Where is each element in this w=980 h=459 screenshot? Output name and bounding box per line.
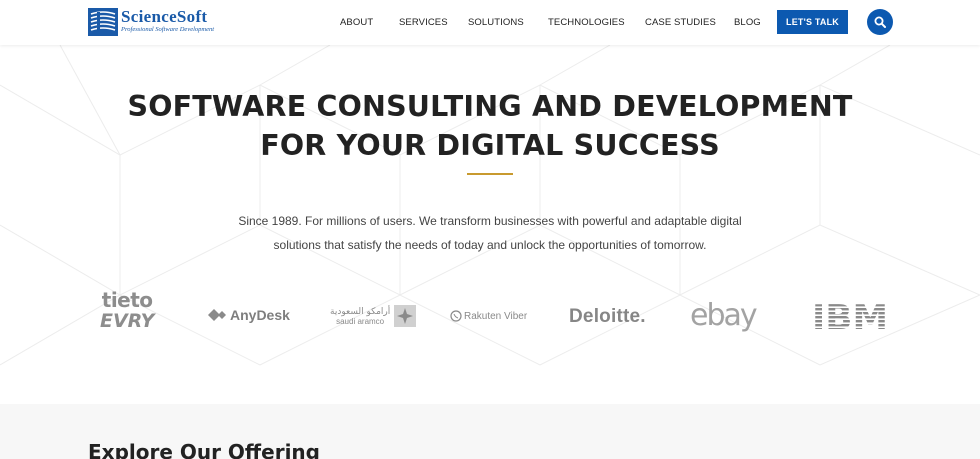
nav-services[interactable]: SERVICES	[399, 17, 448, 28]
title-divider	[467, 173, 513, 175]
client-name-secondary: saudi aramco	[336, 316, 385, 326]
anydesk-diamond-icon	[208, 309, 226, 321]
client-logo-rakuten-viber: Rakuten Viber	[450, 310, 527, 322]
client-name: IBM	[812, 300, 888, 332]
hero-subtitle-line-1: Since 1989. For millions of users. We tr…	[238, 214, 742, 228]
client-logo-ebay: ebay	[690, 298, 758, 333]
logo-mark-icon	[88, 8, 118, 36]
client-name: AnyDesk	[230, 307, 290, 323]
viber-icon	[450, 310, 462, 322]
hero-title-line-2: FOR YOUR DIGITAL SUCCESS	[260, 129, 720, 162]
site-header: ScienceSoft Professional Software Develo…	[0, 0, 980, 45]
hero-subtitle-line-2: solutions that satisfy the needs of toda…	[273, 238, 707, 252]
nav-solutions[interactable]: SOLUTIONS	[468, 17, 524, 28]
nav-technologies[interactable]: TECHNOLOGIES	[548, 17, 625, 28]
client-name-secondary: EVRY	[100, 310, 155, 332]
logo-text: ScienceSoft Professional Software Develo…	[121, 8, 214, 34]
offering-section: Explore Our Offering	[0, 404, 980, 459]
hero-section: SOFTWARE CONSULTING AND DEVELOPMENT FOR …	[0, 45, 980, 404]
brand-name: ScienceSoft	[121, 7, 208, 26]
search-icon	[874, 16, 886, 28]
sciencesoft-logo[interactable]: ScienceSoft Professional Software Develo…	[88, 8, 214, 36]
nav-case-studies[interactable]: CASE STUDIES	[645, 17, 716, 28]
client-name: Rakuten Viber	[464, 310, 528, 322]
client-logo-anydesk: AnyDesk	[208, 307, 290, 323]
search-button[interactable]	[867, 9, 893, 35]
hero-title: SOFTWARE CONSULTING AND DEVELOPMENT FOR …	[0, 87, 980, 165]
nav-blog[interactable]: BLOG	[734, 17, 761, 28]
client-logo-saudi-aramco: أرامكو السعودية saudi aramco	[330, 305, 417, 327]
client-logo-ibm: IBM	[811, 298, 889, 338]
hero-subtitle: Since 1989. For millions of users. We tr…	[0, 209, 980, 257]
ibm-logo-icon: IBM	[812, 298, 888, 338]
client-name: tieto	[101, 288, 153, 312]
client-logo-tieto-evry: tieto EVRY	[100, 290, 154, 332]
client-name: أرامكو السعودية	[330, 306, 391, 317]
aramco-star-icon	[394, 305, 417, 327]
client-logo-deloitte: Deloitte.	[569, 306, 646, 328]
brand-tagline: Professional Software Development	[121, 26, 215, 33]
lets-talk-button[interactable]: LET'S TALK	[777, 10, 848, 34]
offering-title: Explore Our Offering	[88, 440, 320, 459]
client-logos: tieto EVRY AnyDesk أرامكو السعودية saudi…	[0, 290, 980, 350]
hero-title-line-1: SOFTWARE CONSULTING AND DEVELOPMENT	[127, 90, 853, 123]
client-name: ebay	[690, 298, 758, 333]
client-name: Deloitte.	[569, 306, 646, 327]
nav-about[interactable]: ABOUT	[340, 17, 373, 28]
